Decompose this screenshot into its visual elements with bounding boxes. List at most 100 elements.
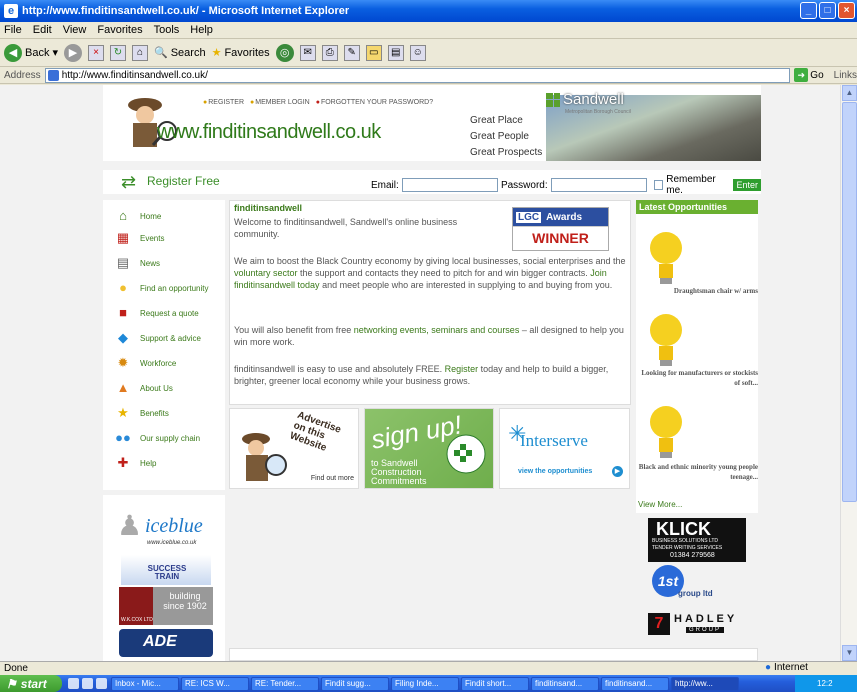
menu-edit[interactable]: Edit: [33, 24, 52, 36]
quick-launch-icon[interactable]: [96, 678, 107, 689]
vertical-scrollbar[interactable]: ▲ ▼: [840, 85, 857, 661]
success-train-logo[interactable]: SUCCESS TRAIN: [121, 555, 211, 585]
go-button[interactable]: ➜ Go: [794, 68, 824, 82]
minimize-button[interactable]: _: [800, 2, 817, 19]
klick-phone: 01384 279568: [670, 552, 715, 559]
nav-item-news[interactable]: ▤ News: [103, 253, 160, 273]
folder-button[interactable]: ▭: [365, 44, 382, 61]
edit-button[interactable]: ✎: [343, 44, 360, 61]
back-button[interactable]: ◀ Back ▾: [4, 43, 58, 62]
maximize-button[interactable]: □: [819, 2, 836, 19]
klick-logo[interactable]: KLICK BUSINESS SOLUTIONS LTD TENDER WRIT…: [648, 518, 746, 562]
menu-favorites[interactable]: Favorites: [97, 24, 142, 36]
signup-promo[interactable]: sign up! to Sandwell Construction Commit…: [364, 408, 494, 489]
media-button[interactable]: ◎: [275, 43, 294, 62]
register-free-link[interactable]: Register Free: [147, 174, 220, 188]
register-link[interactable]: ●REGISTER: [203, 99, 244, 106]
voluntary-sector-link[interactable]: voluntary sector: [234, 268, 298, 278]
bulb-icon: ●: [119, 280, 127, 295]
nav-item-find-opportunity[interactable]: ● Find an opportunity: [103, 278, 209, 298]
links-button[interactable]: Links: [834, 70, 857, 81]
browser-toolbar: ◀ Back ▾ ▶ × ↻ ⌂ 🔍 Search ★ Favorites ◎ ✉ ⎙…: [0, 39, 857, 67]
forgot-password-link[interactable]: ●FORGOTTEN YOUR PASSWORD?: [316, 99, 433, 106]
nav-item-benefits[interactable]: ★ Benefits: [103, 403, 169, 423]
taskbar-item[interactable]: RE: ICS W...: [181, 676, 249, 691]
1st-group-logo[interactable]: 1st group ltd: [652, 565, 720, 605]
register-inline-link[interactable]: Register: [445, 364, 479, 374]
taskbar-item[interactable]: Inbox - Mic...: [111, 676, 179, 691]
signup-subtext: to Sandwell Construction Commitments: [371, 458, 427, 486]
menu-tools[interactable]: Tools: [154, 24, 180, 36]
view-opportunities-link[interactable]: view the opportunities: [518, 468, 592, 475]
remember-checkbox[interactable]: [653, 180, 664, 190]
page-icon: [47, 69, 59, 81]
advertise-promo[interactable]: Advertise on this Website Find out more: [229, 408, 359, 489]
nav-label: Workforce: [140, 358, 177, 368]
password-field[interactable]: [550, 178, 647, 192]
advertise-text: Advertise on this Website: [288, 409, 343, 454]
messenger-button[interactable]: ☺: [409, 44, 426, 61]
quick-launch-icon[interactable]: [82, 678, 93, 689]
close-button[interactable]: ×: [838, 2, 855, 19]
nav-item-help[interactable]: ✚ Help: [103, 453, 157, 473]
register-bar: ⇄ Register Free Email: Password: Remembe…: [103, 170, 761, 196]
key-icon: ●: [250, 99, 255, 106]
home-button[interactable]: ⌂: [132, 44, 148, 61]
taskbar-item[interactable]: Findit sugg...: [321, 676, 389, 691]
taskbar-item-active[interactable]: http://ww...: [671, 676, 739, 691]
view-more-link[interactable]: View More...: [638, 500, 682, 509]
taskbar-item[interactable]: RE: Tender...: [251, 676, 319, 691]
nav-item-workforce[interactable]: ✹ Workforce: [103, 353, 177, 373]
scroll-down-button[interactable]: ▼: [842, 645, 857, 661]
site-logo-text[interactable]: www.finditinsandwell.co.uk: [157, 121, 381, 144]
opportunity-item[interactable]: Black and ethnic minority young people t…: [636, 462, 758, 482]
award-brand: LGC: [516, 212, 542, 223]
taskbar-item[interactable]: Filing Inde...: [391, 676, 459, 691]
iceblue-name: iceblue: [145, 515, 203, 537]
interserve-promo[interactable]: ✳ Interserve view the opportunities ▶: [499, 408, 630, 489]
address-input[interactable]: http://www.finditinsandwell.co.uk/: [44, 67, 791, 83]
email-field[interactable]: [401, 178, 498, 192]
start-button[interactable]: ⚑ start: [0, 675, 62, 692]
taskbar-item[interactable]: finditinsand...: [601, 676, 669, 691]
nav-item-request-quote[interactable]: ■ Request a quote: [103, 303, 199, 323]
networking-link[interactable]: networking events, seminars and courses: [354, 325, 520, 335]
refresh-button[interactable]: ↻: [110, 44, 126, 61]
research-button[interactable]: ▤: [387, 44, 404, 61]
taskbar-item[interactable]: finditinsand...: [531, 676, 599, 691]
nav-label: News: [140, 258, 161, 268]
remember-label: Remember me.: [666, 174, 716, 196]
iceblue-logo[interactable]: ♟ iceblue www.iceblue.co.uk: [117, 505, 213, 551]
bulb-icon: [650, 406, 682, 458]
go-arrow-icon: ➜: [794, 68, 809, 82]
nav-item-home[interactable]: ⌂ Home: [103, 206, 161, 226]
enter-button[interactable]: Enter: [733, 179, 761, 191]
find-out-more-link[interactable]: Find out more: [311, 475, 354, 482]
menu-file[interactable]: File: [4, 24, 22, 36]
menu-help[interactable]: Help: [190, 24, 213, 36]
favorites-button[interactable]: ★ Favorites: [212, 46, 270, 60]
scroll-up-button[interactable]: ▲: [842, 85, 857, 101]
hadley-logo[interactable]: 7 HADLEY GROUP: [648, 611, 748, 639]
opportunities-header: Latest Opportunities: [636, 200, 758, 214]
nav-label: Find an opportunity: [140, 283, 209, 293]
nav-item-about[interactable]: ▲ About Us: [103, 378, 173, 398]
scroll-thumb[interactable]: [842, 102, 857, 502]
mail-button[interactable]: ✉: [299, 44, 316, 61]
search-button[interactable]: 🔍 Search: [154, 46, 206, 60]
opportunity-item[interactable]: Looking for manufacturers or stockists o…: [636, 368, 758, 388]
opportunity-item[interactable]: Draughtsman chair w/ arms: [636, 286, 758, 296]
nav-item-events[interactable]: ▦ Events: [103, 228, 165, 248]
ade-logo[interactable]: ADE: [119, 629, 213, 657]
nav-item-supply-chain[interactable]: ●● Our supply chain: [103, 428, 200, 448]
wk-cox-logo[interactable]: building since 1902 W.K.COX LTD: [119, 587, 213, 625]
nav-item-support[interactable]: ◆ Support & advice: [103, 328, 201, 348]
forward-button[interactable]: ▶: [64, 43, 82, 62]
menu-view[interactable]: View: [63, 24, 87, 36]
klick-sub: BUSINESS SOLUTIONS LTD: [652, 538, 719, 544]
member-login-link[interactable]: ●MEMBER LOGIN: [250, 99, 310, 106]
print-button[interactable]: ⎙: [321, 44, 338, 61]
stop-button[interactable]: ×: [88, 44, 104, 61]
quick-launch-icon[interactable]: [68, 678, 79, 689]
taskbar-item[interactable]: Findit short...: [461, 676, 529, 691]
